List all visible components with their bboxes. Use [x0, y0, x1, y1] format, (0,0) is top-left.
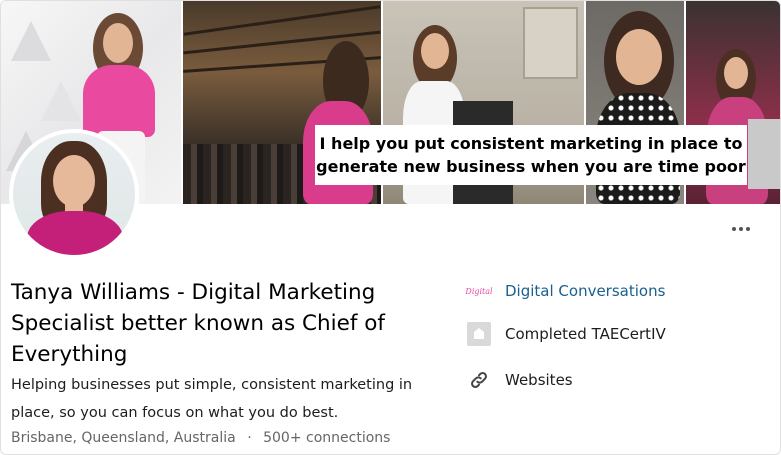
digital-conversations-logo-icon: Digital	[465, 279, 493, 303]
company-link[interactable]: Digital Digital Conversations	[465, 278, 666, 304]
more-dots-icon	[739, 227, 743, 231]
company-label: Digital Conversations	[505, 282, 666, 300]
more-dots-icon	[732, 227, 736, 231]
profile-headline: Helping businesses put simple, consisten…	[11, 377, 413, 421]
education-link[interactable]: Completed TAECertIV	[467, 321, 666, 347]
profile-name: Tanya Williams - Digital Marketing Speci…	[11, 280, 385, 367]
school-icon	[467, 322, 491, 346]
banner-caption-line-1: I help you put consistent marketing in p…	[319, 134, 743, 153]
profile-meta: Brisbane, Queensland, Australia · 500+ c…	[11, 428, 390, 448]
banner-caption: I help you put consistent marketing in p…	[315, 125, 747, 185]
profile-avatar[interactable]	[9, 129, 139, 259]
more-dots-icon	[746, 227, 750, 231]
banner-caption-line-2: generate new business when you are time …	[316, 157, 746, 176]
link-icon	[467, 368, 491, 392]
connections-link[interactable]: 500+ connections	[263, 430, 390, 446]
company-logo-text: Digital	[465, 286, 493, 296]
profile-card: I help you put consistent marketing in p…	[0, 0, 781, 455]
meta-separator: ·	[247, 430, 252, 446]
more-options-button[interactable]	[723, 215, 759, 243]
profile-location: Brisbane, Queensland, Australia	[11, 430, 236, 446]
avatar-photo	[13, 133, 135, 255]
websites-label: Websites	[505, 371, 573, 389]
education-label: Completed TAECertIV	[505, 325, 666, 343]
websites-link[interactable]: Websites	[467, 367, 573, 393]
